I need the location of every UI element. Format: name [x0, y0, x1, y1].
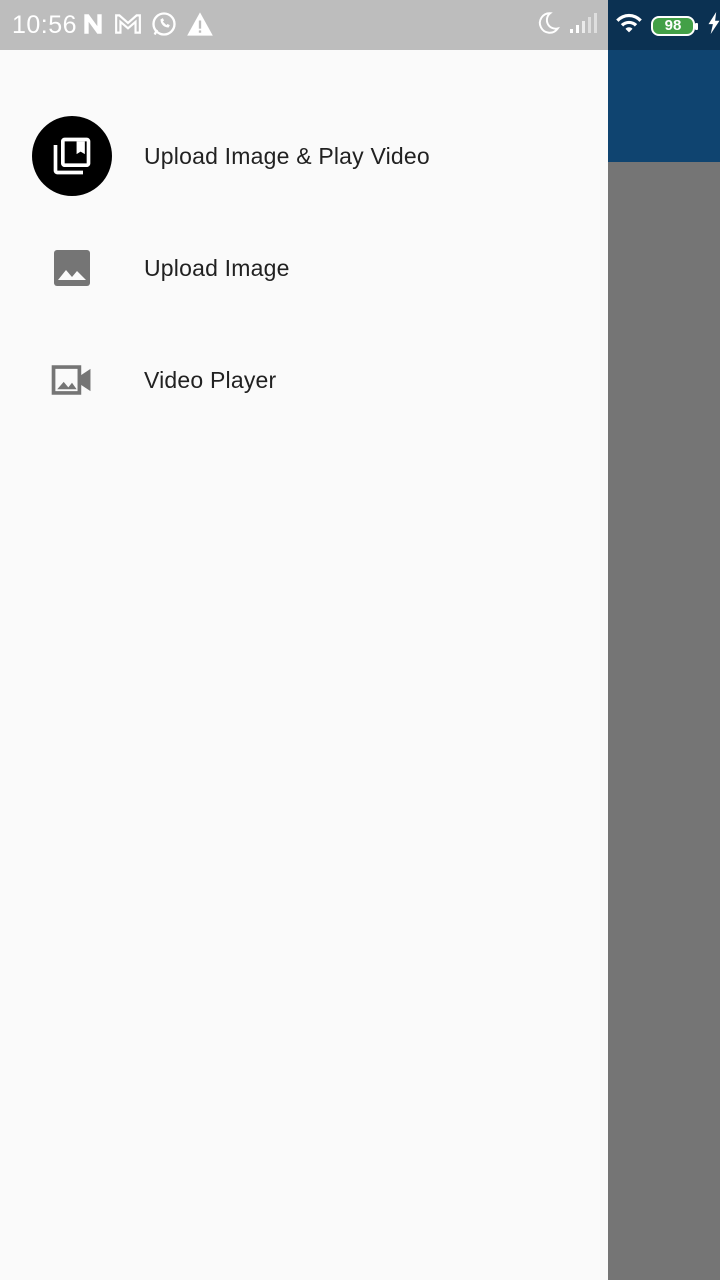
status-time: 10:56	[12, 11, 78, 39]
wifi-icon	[615, 11, 643, 40]
screen: 10:56 98 Upload Image & Play Video Uploa…	[0, 0, 720, 1280]
signal-icon	[569, 12, 599, 39]
whatsapp-icon	[150, 10, 178, 38]
drawer-item-video-player[interactable]: Video Player	[0, 324, 608, 436]
gmail-icon	[114, 11, 142, 37]
drawer-item-label: Video Player	[144, 366, 277, 393]
battery-icon: 98	[651, 15, 698, 36]
notification-icons	[80, 10, 214, 38]
drawer-item-upload-image-play-video[interactable]: Upload Image & Play Video	[0, 100, 608, 212]
status-bar: 10:56 98	[0, 0, 720, 50]
system-icons: 98	[535, 10, 720, 41]
drawer-item-label: Upload Image	[144, 254, 290, 281]
charging-icon	[707, 12, 720, 39]
warning-icon	[186, 11, 214, 37]
drawer-item-upload-image[interactable]: Upload Image	[0, 212, 608, 324]
n-notification-icon	[80, 11, 106, 37]
video-image-icon	[32, 340, 112, 420]
moon-icon	[535, 10, 561, 41]
drawer-item-label: Upload Image & Play Video	[144, 142, 430, 169]
drawer-list: Upload Image & Play Video Upload Image V…	[0, 100, 608, 436]
navigation-drawer: Upload Image & Play Video Upload Image V…	[0, 50, 608, 1280]
image-icon	[32, 228, 112, 308]
collections-bookmark-icon	[32, 116, 112, 196]
